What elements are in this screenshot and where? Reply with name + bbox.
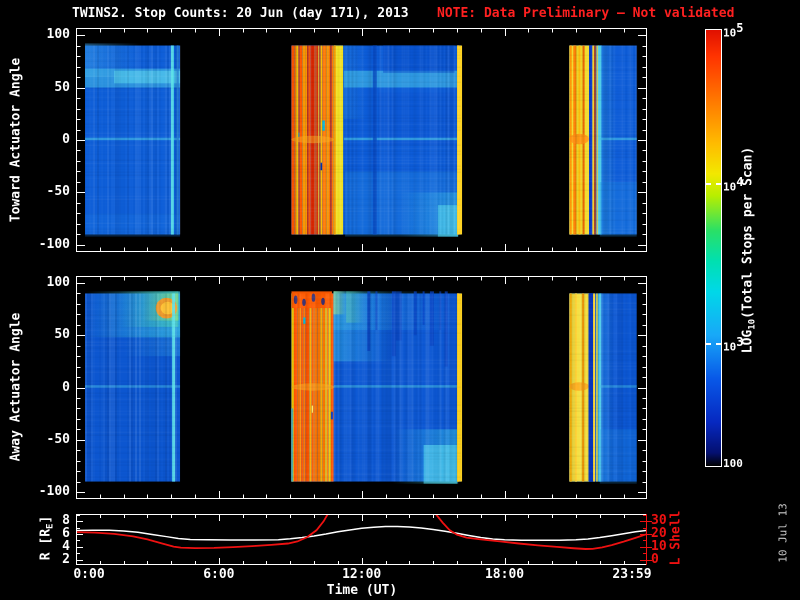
tick-label: -50	[46, 431, 70, 447]
tick-label: 23:59	[612, 567, 652, 582]
tick-label: 50	[54, 79, 70, 95]
tick-label: 2	[62, 551, 70, 567]
tick-label: 100	[46, 275, 70, 290]
tick-label: -50	[46, 184, 70, 200]
ylabel-toward-actuator-angle: Toward Actuator Angle	[8, 57, 24, 223]
xaxis-title: Time (UT)	[326, 583, 398, 598]
tick-label: 100	[46, 27, 70, 43]
colorbar	[705, 29, 722, 467]
colorbar-tick-label: 100	[723, 457, 743, 470]
title-row: TWINS2. Stop Counts: 20 Jun (day 171), 2…	[0, 6, 800, 24]
toward-spectrogram-canvas	[76, 28, 647, 252]
colorbar-tick-dash	[705, 342, 722, 345]
colorbar-tick-label: 105	[723, 21, 744, 40]
plot-preliminary-note: NOTE: Data Preliminary – Not validated	[437, 6, 735, 21]
tick-label: -100	[38, 236, 70, 252]
orbit-line-panel-canvas	[76, 514, 655, 565]
colorbar-tick-dash	[705, 182, 722, 185]
date-stamp: 10 Jul 13	[776, 503, 790, 563]
tick-label: 0	[62, 132, 70, 147]
plot-title: TWINS2. Stop Counts: 20 Jun (day 171), 2…	[72, 6, 409, 21]
tick-label: 6:00	[203, 567, 235, 582]
twins-stop-counts-figure: TWINS2. Stop Counts: 20 Jun (day 171), 2…	[0, 0, 800, 600]
colorbar-tick-label: 103	[723, 334, 744, 354]
colorbar-tick-label: 104	[723, 174, 744, 194]
tick-label: 18:00	[484, 567, 525, 582]
tick-label: 12:00	[342, 567, 382, 582]
tick-label: 0	[651, 551, 659, 567]
tick-label: 0	[62, 379, 70, 395]
tick-label: 0:00	[73, 567, 105, 582]
ylabel-away-actuator-angle: Away Actuator Angle	[8, 312, 24, 462]
tick-label: 50	[54, 327, 70, 343]
away-spectrogram-canvas	[76, 276, 647, 499]
tick-label: -100	[38, 483, 70, 499]
